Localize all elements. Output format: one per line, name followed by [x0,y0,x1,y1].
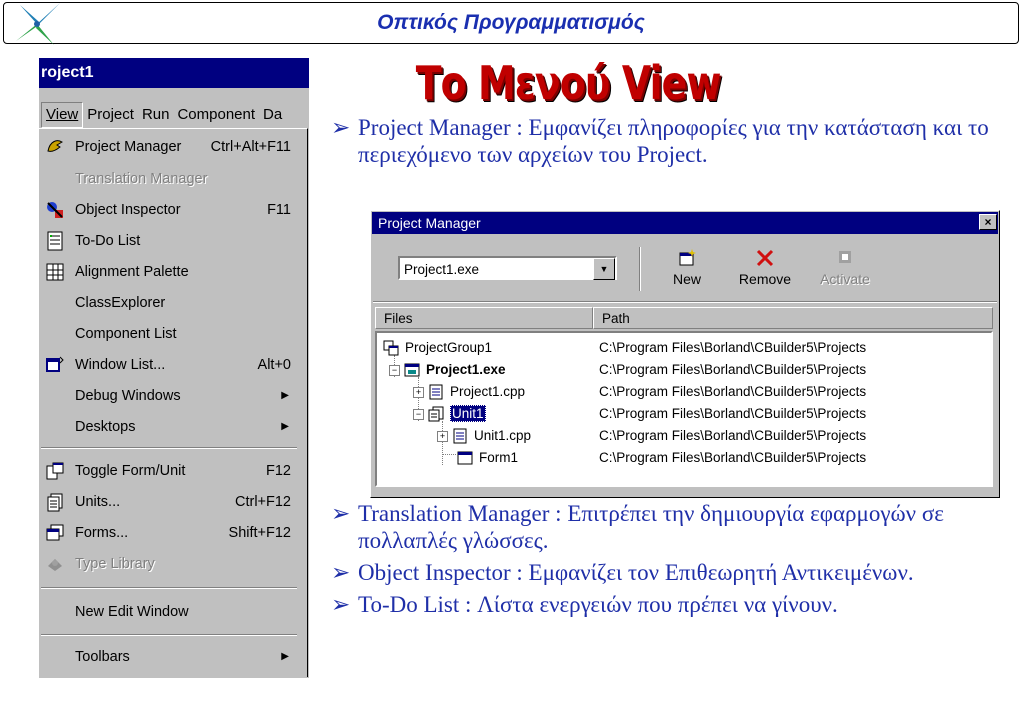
expand-icon[interactable]: + [437,430,448,442]
cpp-file-icon [429,384,443,400]
menu-item-alignment-palette[interactable]: Alignment Palette [39,260,301,284]
menu-item-window-list[interactable]: Window List... Alt+0 [39,353,301,377]
project-group-icon [383,340,399,356]
remove-x-icon [756,249,774,267]
bullet-arrow-icon: ➢ [331,560,351,585]
toolbar-separator [639,247,641,291]
tree-row[interactable]: − Unit1 C:\Program Files\Borland\CBuilder… [377,403,991,425]
collapse-icon[interactable]: − [389,364,400,376]
menu-item-new-edit-window[interactable]: New Edit Window [39,600,301,624]
submenu-arrow-icon: ▶ [281,651,289,662]
unit-icon [428,406,444,422]
project-combo[interactable]: Project1.exe ▼ [398,256,617,280]
menu-database[interactable]: Da [259,103,286,127]
menu-run[interactable]: Run [138,103,174,127]
bullet-translation-manager: ➢ Translation Manager : Επιτρέπει την δη… [331,501,944,553]
tree-row[interactable]: + Project1.cpp C:\Program Files\Borland\C… [377,381,991,403]
header-title: Οπτικός Προγραμματισμός [377,11,645,34]
selected-node: Unit1 [450,405,486,422]
submenu-arrow-icon: ▶ [281,421,289,432]
menu-separator [41,587,297,589]
exe-project-icon [404,363,420,377]
new-button[interactable]: New [655,245,719,287]
menu-item-project-manager[interactable]: Project Manager Ctrl+Alt+F11 [39,135,301,159]
chevron-down-icon[interactable]: ▼ [593,258,615,280]
menu-item-object-inspector[interactable]: Object Inspector F11 [39,198,301,222]
submenu-arrow-icon: ▶ [281,390,289,401]
menu-item-type-library[interactable]: Type Library [39,552,301,576]
todo-list-icon [47,231,63,251]
bullet-list-bottom: ➢ Translation Manager : Επιτρέπει την δη… [331,500,1011,623]
window-list-icon [46,356,64,372]
remove-button[interactable]: Remove [733,245,797,287]
bullet-arrow-icon: ➢ [331,115,351,140]
menu-separator [41,447,297,449]
pm-titlebar: Project Manager [372,212,998,234]
bullet-arrow-icon: ➢ [331,501,351,526]
menu-item-forms[interactable]: Forms... Shift+F12 [39,521,301,545]
menu-item-desktops[interactable]: Desktops ▶ [39,415,301,439]
expand-icon[interactable]: + [413,386,424,398]
menu-component[interactable]: Component [173,103,259,127]
collapse-icon[interactable]: − [413,408,424,420]
view-dropdown: Project Manager Ctrl+Alt+F11 Translation … [39,128,308,677]
menu-item-units[interactable]: Units... Ctrl+F12 [39,490,301,514]
activate-icon [839,251,851,263]
menu-separator [41,634,297,636]
bullet-arrow-icon: ➢ [331,592,351,617]
new-item-icon [679,249,696,266]
menu-item-debug-windows[interactable]: Debug Windows ▶ [39,384,301,408]
tree-row[interactable]: + Unit1.cpp C:\Program Files\Borland\CBui… [377,425,991,447]
bullet-list-top: ➢ Project Manager : Εμφανίζει πληροφορίε… [331,114,1011,173]
toolbar-divider [373,301,997,303]
activate-button[interactable]: Activate [813,245,877,287]
bullet-object-inspector: ➢ Object Inspector : Εμφανίζει τον Επιθε… [331,560,914,585]
units-icon [47,493,63,512]
slide-header: Οπτικός Προγραμματισμός [3,2,1019,45]
tree-row[interactable]: ProjectGroup1 C:\Program Files\Borland\C… [377,337,991,359]
slide-title: Το Μενού View [415,56,722,110]
bullet-project-manager: ➢ Project Manager : Εμφανίζει πληροφορίε… [331,115,989,167]
view-menu-screenshot: roject1 View Project Run Component Da Projec… [39,58,309,678]
menu-item-class-explorer[interactable]: ClassExplorer [39,291,301,315]
window-titlebar: roject1 [39,58,309,88]
menu-item-component-list[interactable]: Component List [39,322,301,346]
project-tree: ProjectGroup1 C:\Program Files\Borland\C… [375,331,993,487]
tree-row[interactable]: − Project1.exe C:\Program Files\Borland\C… [377,359,991,381]
form-icon [457,451,473,465]
tree-row[interactable]: Form1 C:\Program Files\Borland\CBuilder5… [377,447,991,469]
object-inspector-icon [47,202,63,218]
column-header-files[interactable]: Files [375,307,593,329]
bullet-todo-list: ➢ To-Do List : Λίστα ενεργειών που πρέπε… [331,592,838,617]
menu-item-translation-manager[interactable]: Translation Manager [39,167,301,191]
alignment-palette-icon [46,263,64,281]
project-manager-icon [47,140,63,152]
menu-item-todo-list[interactable]: To-Do List [39,229,301,253]
forms-icon [46,524,64,541]
menu-project[interactable]: Project [83,103,138,127]
type-library-icon [48,559,62,571]
menu-item-toggle-form-unit[interactable]: Toggle Form/Unit F12 [39,459,301,483]
column-header-path[interactable]: Path [593,307,993,329]
project-manager-window: Project Manager × Project1.exe ▼ New Rem… [370,210,1000,498]
menu-item-toolbars[interactable]: Toolbars ▶ [39,645,301,669]
toggle-form-unit-icon [46,462,64,480]
close-button[interactable]: × [979,214,997,230]
cpp-file-icon [453,428,467,444]
menu-view[interactable]: View [41,102,84,128]
menubar: View Project Run Component Da [39,102,309,128]
